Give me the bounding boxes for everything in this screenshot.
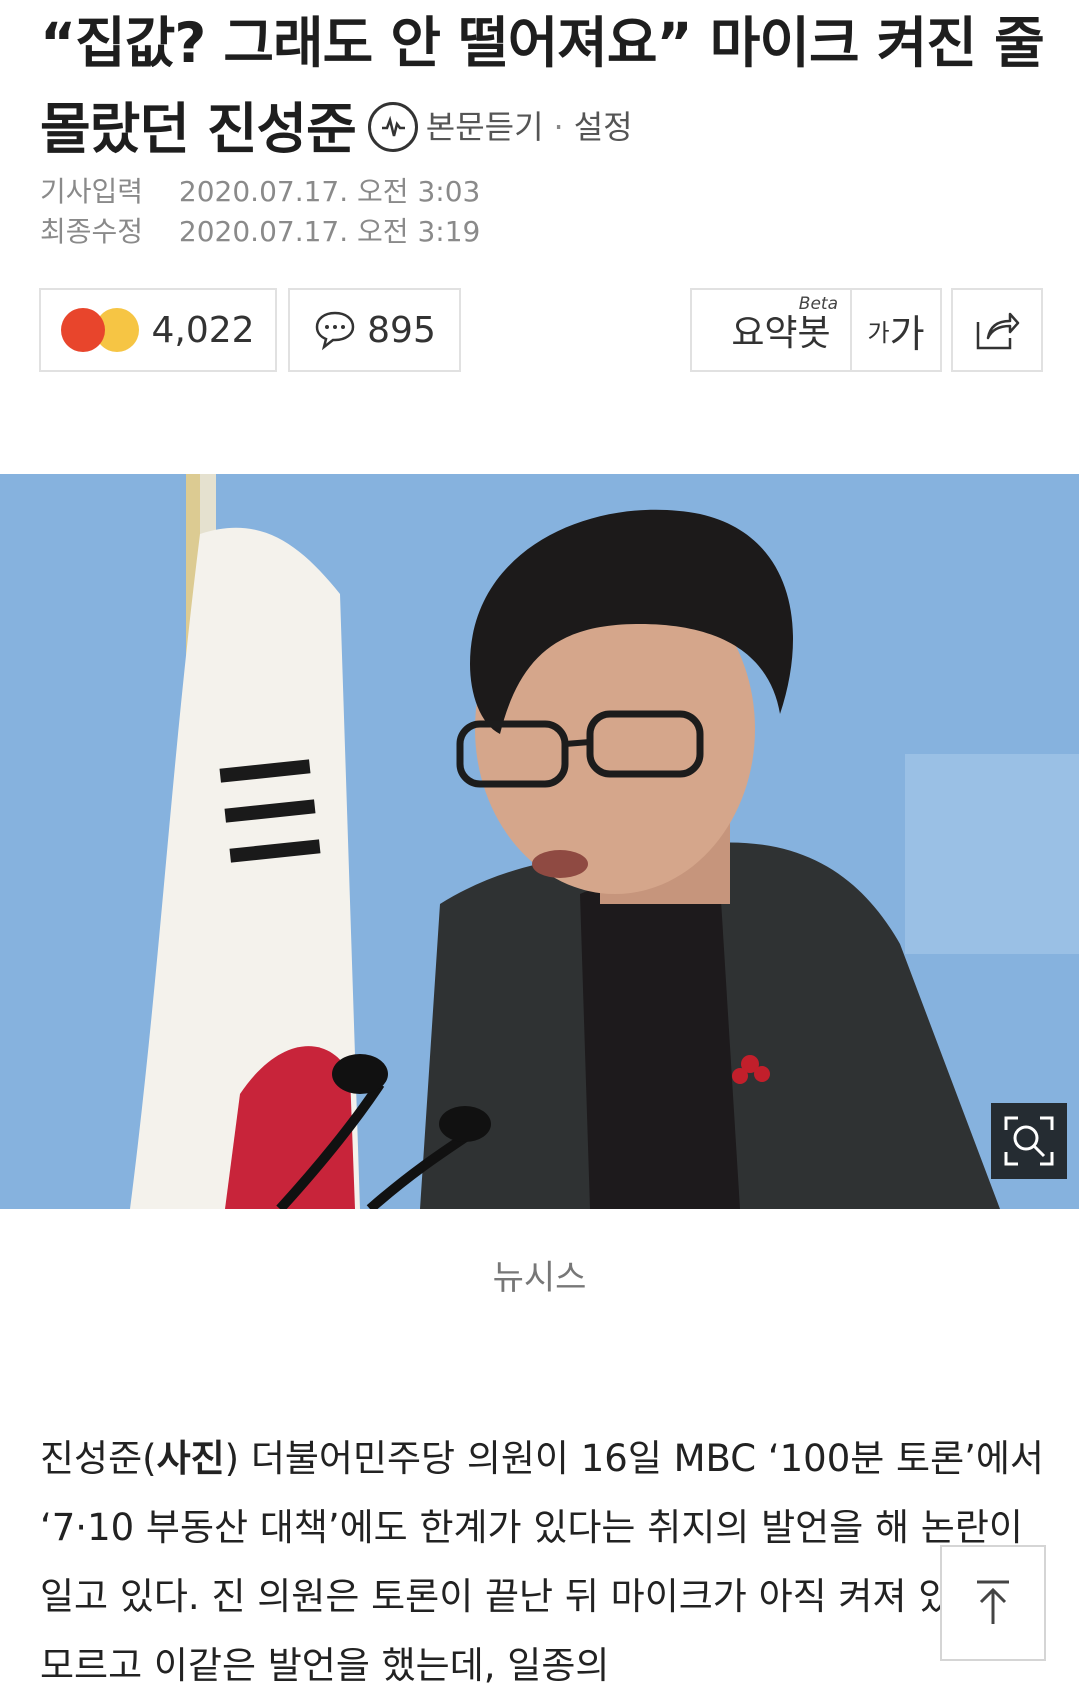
listen-icon[interactable]	[367, 101, 418, 152]
published-row: 기사입력 2020.07.17. 오전 3:03	[40, 172, 480, 212]
share-icon	[974, 308, 1020, 352]
article-meta: 기사입력 2020.07.17. 오전 3:03 최종수정 2020.07.17…	[40, 172, 480, 252]
body-bold-word: 사진	[156, 1437, 225, 1480]
arrow-up-icon	[971, 1578, 1015, 1628]
zoom-icon	[1002, 1114, 1056, 1168]
share-button[interactable]	[951, 288, 1043, 372]
photo-illustration	[0, 474, 1079, 1209]
updated-row: 최종수정 2020.07.17. 오전 3:19	[40, 212, 480, 252]
scroll-to-top-button[interactable]	[940, 1545, 1046, 1661]
font-size-button[interactable]: 가 가	[850, 288, 942, 372]
body-text-start: 진성준(	[40, 1437, 157, 1480]
published-label: 기사입력	[40, 175, 144, 208]
font-large-glyph: 가	[889, 311, 925, 356]
photo-zoom-button[interactable]	[991, 1103, 1067, 1179]
comment-button[interactable]: 895	[288, 288, 461, 372]
settings-button[interactable]: 설정	[574, 84, 633, 170]
article-title: “집값? 그래도 안 떨어져요” 마이크 켜진 줄 몰랐던 진성준 본문듣기 · 설정	[40, 0, 1050, 176]
updated-date: 2020.07.17. 오전 3:19	[178, 215, 481, 248]
reaction-button[interactable]: 4,022	[39, 288, 277, 372]
photo-caption: 뉴시스	[492, 1258, 587, 1298]
font-small-glyph: 가	[867, 318, 890, 347]
updated-label: 최종수정	[40, 215, 144, 248]
listen-settings-group: 본문듣기 · 설정	[367, 84, 633, 170]
comment-icon	[313, 309, 357, 351]
article-photo[interactable]	[0, 474, 1079, 1209]
beta-badge: Beta	[798, 294, 838, 314]
summary-bot-button[interactable]: 요약봇 Beta	[690, 288, 872, 372]
article-body: 진성준(사진) 더불어민주당 의원이 16일 MBC ‘100분 토론’에서 ‘…	[40, 1424, 1050, 1700]
separator-dot: ·	[553, 107, 564, 146]
published-date: 2020.07.17. 오전 3:03	[178, 175, 481, 208]
reaction-count: 4,022	[151, 309, 255, 351]
comment-count: 895	[367, 309, 436, 351]
angry-emoji-icon	[61, 308, 106, 352]
listen-button[interactable]: 본문듣기	[426, 84, 544, 170]
